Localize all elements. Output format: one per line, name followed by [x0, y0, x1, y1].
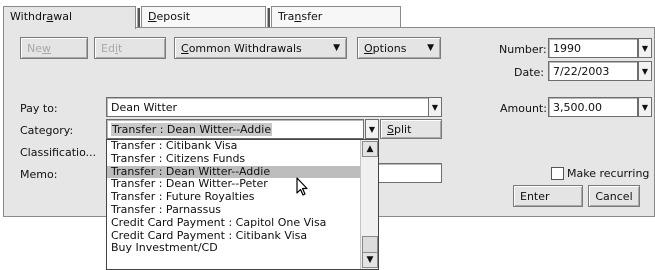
- tab-divider: [137, 8, 140, 27]
- dropdown-scrollbar[interactable]: ▲ ▼: [360, 140, 378, 269]
- dropdown-list-item[interactable]: Credit Card Payment : Capitol One Visa: [107, 216, 378, 230]
- amount-label: Amount:: [500, 102, 547, 115]
- chevron-down-icon: ▼: [333, 43, 340, 53]
- tab-withdrawal[interactable]: Withdrawal: [3, 6, 136, 29]
- category-dropdown-button[interactable]: ▼: [365, 119, 379, 139]
- payto-label: Pay to:: [20, 102, 58, 115]
- dropdown-list-item[interactable]: Transfer : Citibank Visa: [107, 140, 378, 153]
- new-button[interactable]: Ne w: [20, 37, 88, 59]
- category-value: Transfer : Dean Witter--Addie: [111, 123, 273, 136]
- category-dropdown-list[interactable]: Transfer : Citibank Visa Transfer : Citiz…: [106, 139, 379, 270]
- split-button[interactable]: Split: [380, 119, 442, 139]
- make-recurring-checkbox[interactable]: [551, 167, 564, 180]
- tab-withdrawal-label: Withdrawal: [10, 10, 73, 23]
- number-dropdown-button[interactable]: ▼: [638, 38, 652, 58]
- tab-deposit-label: Deposit: [148, 10, 191, 23]
- enter-button[interactable]: Enter: [513, 185, 583, 207]
- dropdown-list-item[interactable]: Buy Investment/CD: [107, 242, 378, 255]
- tab-transfer[interactable]: Transfer: [271, 6, 401, 27]
- dropdown-list-item[interactable]: Transfer : Parnassus: [107, 203, 378, 217]
- tab-divider: [267, 8, 270, 27]
- number-label: Number:: [499, 43, 547, 56]
- date-label: Date:: [514, 66, 544, 79]
- memo-label: Memo:: [20, 168, 58, 181]
- tab-deposit[interactable]: Deposit: [141, 6, 266, 27]
- date-field[interactable]: 7/22/2003: [548, 61, 638, 81]
- scroll-down-icon[interactable]: ▼: [362, 252, 378, 268]
- chevron-down-icon: ▼: [641, 43, 649, 53]
- cancel-button[interactable]: Cancel: [588, 185, 640, 207]
- options-button[interactable]: Options ▼: [357, 37, 441, 59]
- dropdown-items: Transfer : Citibank Visa Transfer : Citiz…: [107, 140, 378, 255]
- number-field[interactable]: 1990: [548, 38, 638, 58]
- scroll-up-icon[interactable]: ▲: [362, 141, 378, 157]
- category-label: Category:: [20, 124, 74, 137]
- common-withdrawals-button[interactable]: Common Withdrawals ▼: [174, 37, 347, 59]
- edit-button[interactable]: Ed i t: [94, 37, 166, 59]
- payto-dropdown-button[interactable]: ▼: [428, 97, 442, 117]
- tab-transfer-label: Transfer: [278, 10, 323, 23]
- chevron-down-icon: ▼: [641, 66, 649, 76]
- classification-label: Classificatio...: [20, 146, 97, 159]
- chevron-down-icon: ▼: [427, 43, 434, 53]
- chevron-down-icon: ▼: [368, 124, 376, 134]
- make-recurring-label: Make recurring: [567, 167, 650, 180]
- calculator-button[interactable]: ▼: [638, 97, 652, 117]
- mouse-pointer-icon: [296, 177, 308, 196]
- payto-field[interactable]: Dean Witter: [106, 97, 429, 117]
- chevron-down-icon: ▼: [641, 102, 649, 112]
- chevron-down-icon: ▼: [431, 102, 439, 112]
- date-picker-button[interactable]: ▼: [638, 61, 652, 81]
- dropdown-list-item[interactable]: Transfer : Citizens Funds: [107, 152, 378, 166]
- amount-field[interactable]: 3,500.00: [548, 97, 638, 117]
- category-field[interactable]: Transfer : Dean Witter--Addie: [106, 119, 364, 139]
